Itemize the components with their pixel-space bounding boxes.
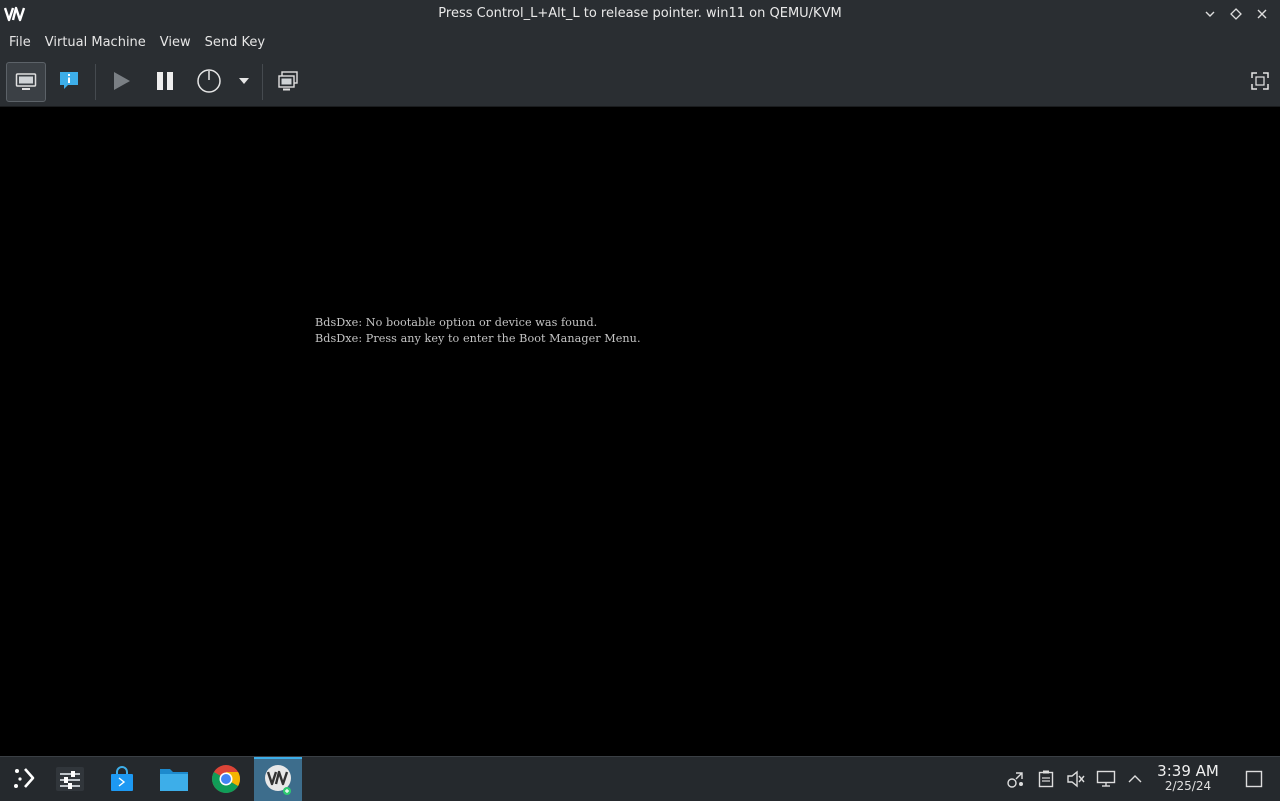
folder-icon	[160, 769, 188, 791]
display-tray[interactable]	[1096, 769, 1116, 789]
boot-message-line: BdsDxe: No bootable option or device was…	[315, 316, 598, 329]
close-icon	[1257, 9, 1267, 19]
info-bubble-icon	[60, 72, 78, 89]
console-view-button[interactable]	[6, 62, 46, 102]
run-button[interactable]	[102, 62, 140, 100]
play-icon	[114, 72, 130, 90]
diamond-icon	[1230, 8, 1242, 20]
clipboard-icon	[1038, 770, 1054, 788]
dropdown-arrow-icon	[239, 78, 249, 84]
monitor-icon	[15, 73, 37, 90]
close-button[interactable]	[1252, 4, 1272, 24]
snapshots-icon	[278, 71, 298, 91]
maximize-button[interactable]	[1226, 4, 1246, 24]
window-title: Press Control_L+Alt_L to release pointer…	[438, 6, 842, 21]
taskbar: 3:39 AM 2/25/24	[0, 756, 1280, 801]
show-hidden-icons-button[interactable]	[1125, 769, 1145, 789]
discover-store-button[interactable]	[98, 757, 146, 801]
toolbar-separator	[95, 64, 96, 100]
clock-time: 3:39 AM	[1157, 762, 1219, 780]
fullscreen-button[interactable]	[1244, 62, 1276, 100]
power-icon	[197, 69, 221, 93]
show-desktop-button[interactable]	[1244, 769, 1264, 789]
system-settings-button[interactable]	[46, 757, 94, 801]
network-share-icon	[1007, 772, 1023, 788]
menu-view[interactable]: View	[153, 28, 198, 58]
menu-bar: File Virtual Machine View Send Key	[0, 28, 1280, 58]
snapshots-button[interactable]	[269, 62, 307, 100]
settings-sliders-icon	[56, 767, 84, 791]
pause-icon	[157, 72, 173, 90]
show-desktop-icon	[1245, 770, 1263, 788]
pause-button[interactable]	[146, 62, 184, 100]
file-manager-button[interactable]	[150, 757, 198, 801]
display-config-icon	[1096, 770, 1116, 787]
shutdown-menu-button[interactable]	[234, 62, 254, 100]
toolbar	[0, 58, 1280, 107]
chrome-icon	[212, 765, 240, 793]
clock-date: 2/25/24	[1164, 779, 1212, 793]
clipboard-tray[interactable]	[1036, 769, 1056, 789]
menu-send-key[interactable]: Send Key	[198, 28, 272, 58]
shutdown-button[interactable]	[190, 62, 228, 100]
toolbar-separator	[262, 64, 263, 100]
chevron-down-icon	[1205, 11, 1215, 17]
application-launcher-icon	[14, 768, 35, 788]
volume-tray[interactable]	[1066, 769, 1086, 789]
virt-manager-icon	[265, 765, 291, 795]
minimize-button[interactable]	[1200, 4, 1220, 24]
details-view-button[interactable]	[50, 62, 88, 100]
menu-virtual-machine[interactable]: Virtual Machine	[38, 28, 153, 58]
vm-console-display[interactable]: BdsDxe: No bootable option or device was…	[0, 107, 1280, 756]
boot-message-line: BdsDxe: Press any key to enter the Boot …	[315, 331, 641, 345]
virt-manager-task-button[interactable]	[254, 757, 302, 801]
title-bar: Press Control_L+Alt_L to release pointer…	[0, 0, 1280, 28]
volume-muted-icon	[1067, 770, 1085, 788]
fullscreen-icon	[1251, 72, 1269, 90]
shopping-bag-icon	[111, 766, 133, 791]
boot-message: BdsDxe: No bootable option or device was…	[315, 315, 641, 346]
network-share-tray[interactable]	[1006, 769, 1026, 789]
menu-file[interactable]: File	[2, 28, 38, 58]
digital-clock[interactable]: 3:39 AM 2/25/24	[1152, 763, 1224, 793]
application-launcher-button[interactable]	[0, 757, 48, 801]
chevron-up-icon	[1128, 775, 1142, 783]
chrome-button[interactable]	[202, 757, 250, 801]
